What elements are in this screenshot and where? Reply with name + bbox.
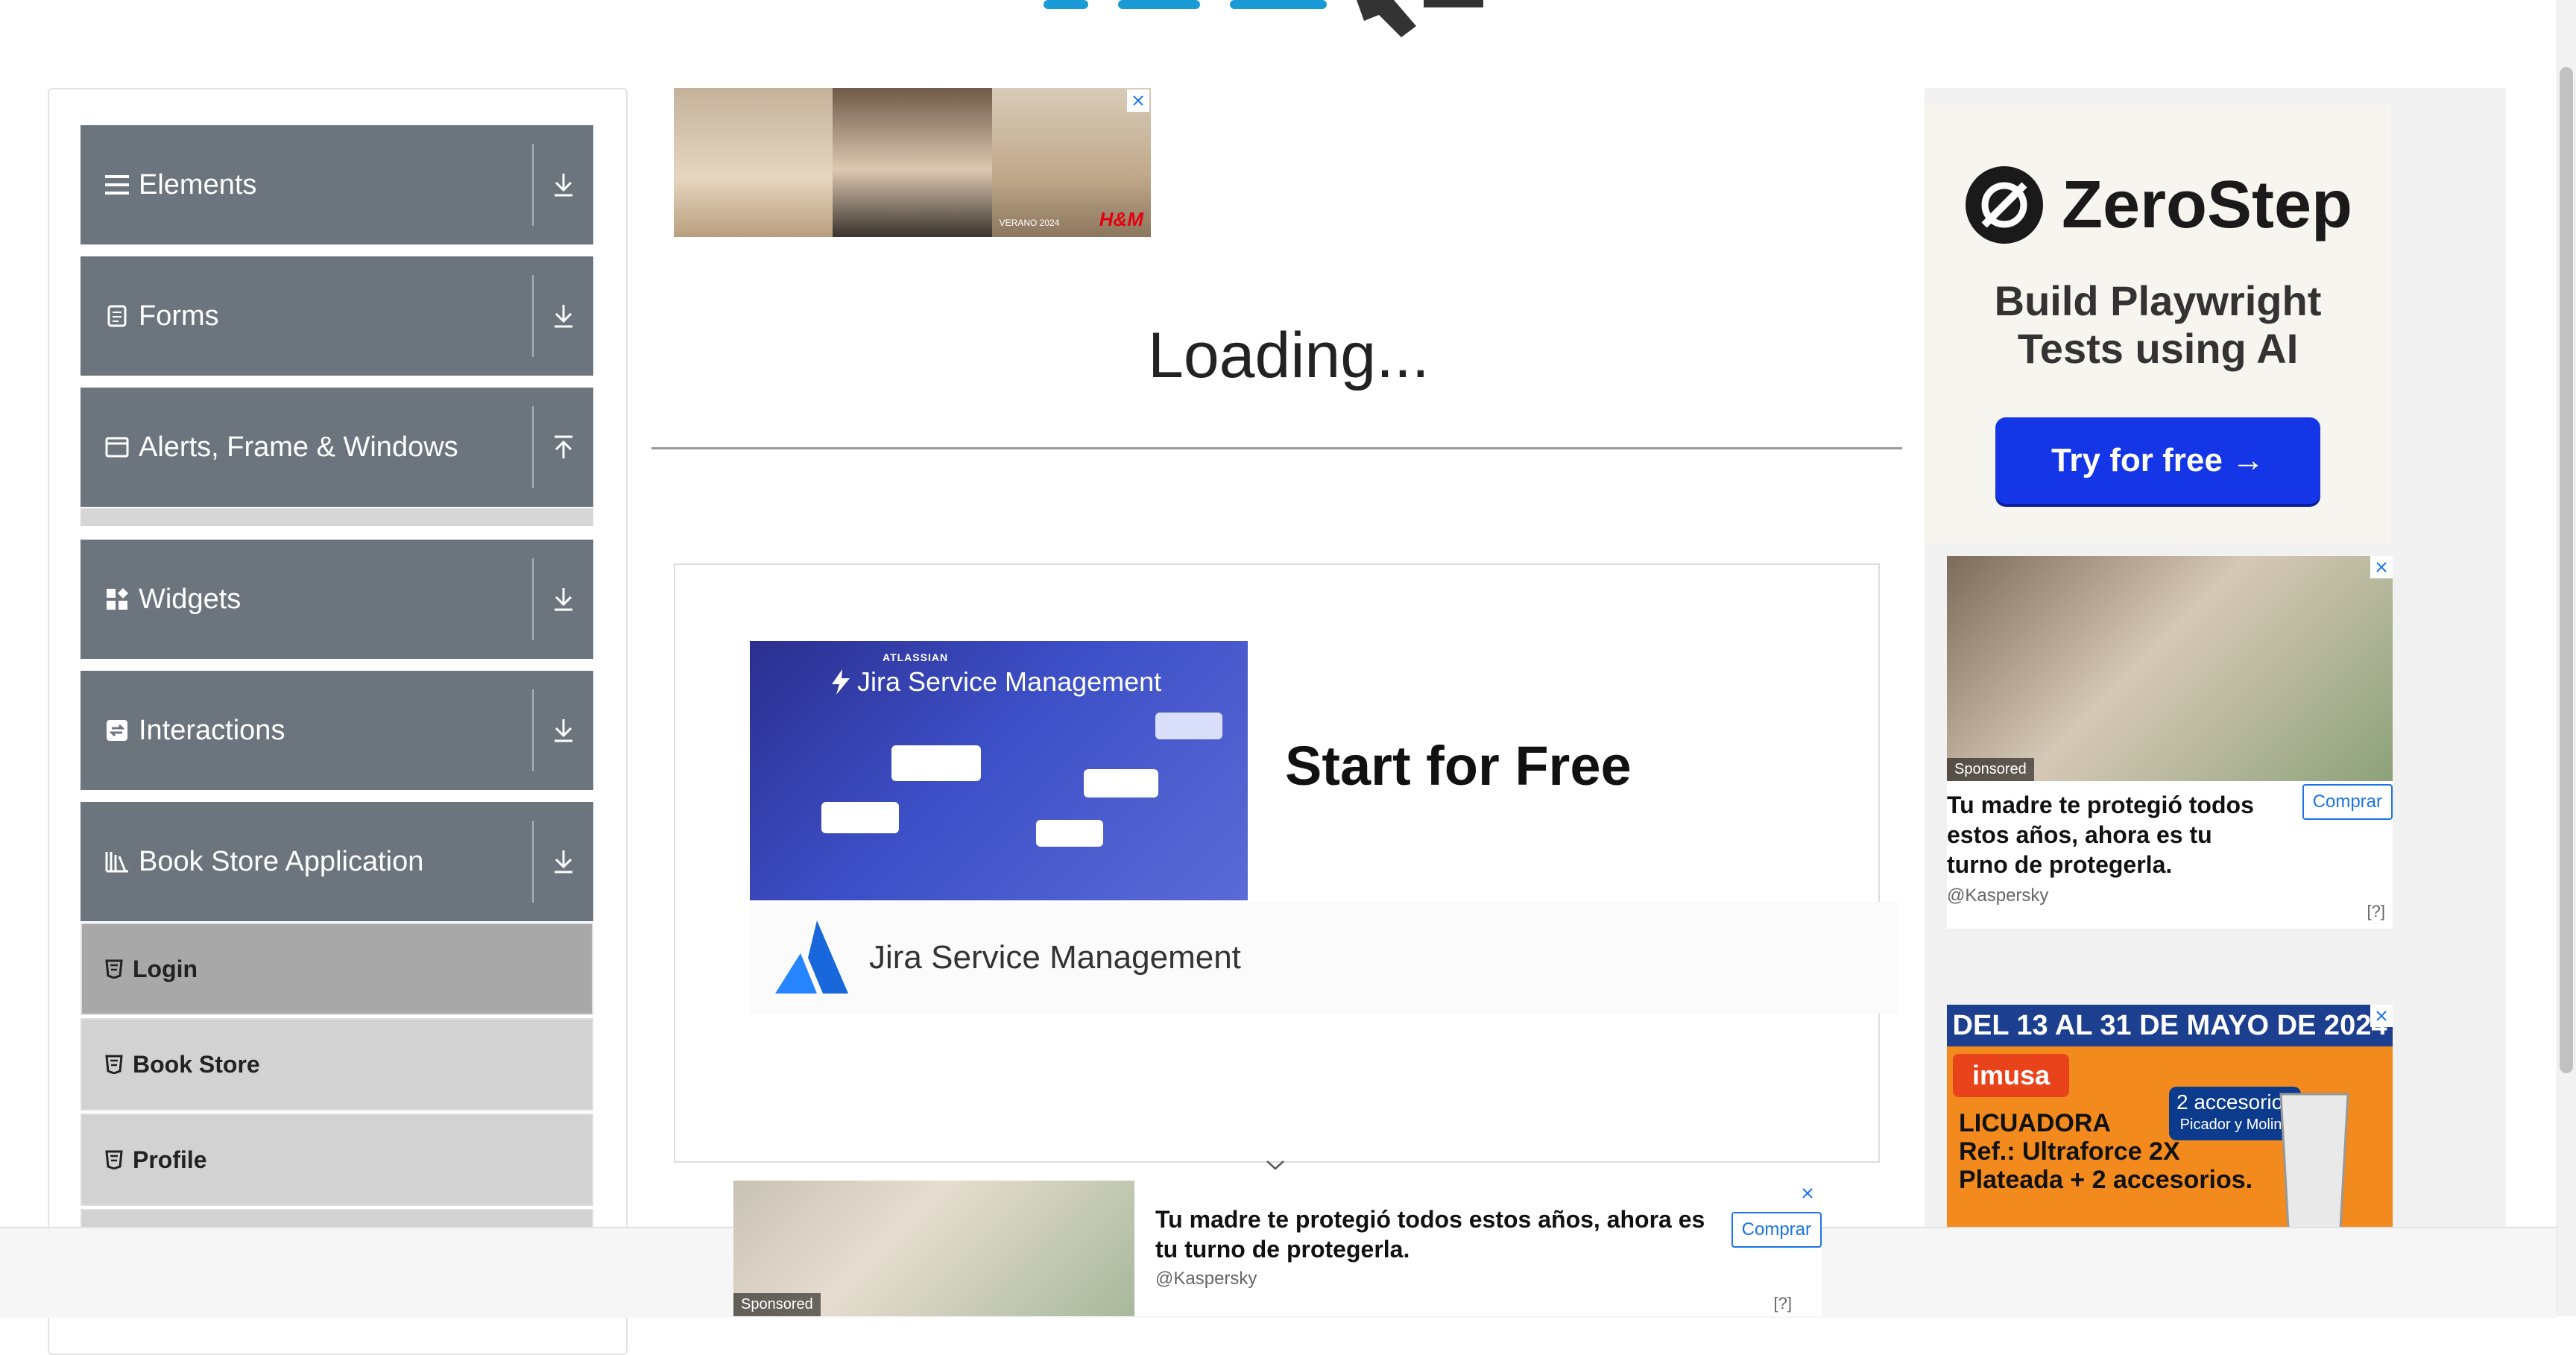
zerostep-ad[interactable]: ZeroStep Build Playwright Tests using AI… — [1925, 104, 2391, 544]
expand-arrow-icon[interactable] — [534, 718, 593, 743]
ad-close-icon[interactable] — [1126, 89, 1149, 112]
jira-cta-text[interactable]: Start for Free — [1285, 734, 1632, 797]
widgets-icon — [104, 587, 130, 612]
html5-icon — [105, 1150, 123, 1169]
ad-handle: @Kaspersky — [1155, 1269, 1257, 1289]
scrollbar-thumb[interactable] — [2560, 67, 2573, 1073]
books-icon — [104, 849, 130, 874]
jira-footer-name: Jira Service Management — [869, 939, 1241, 976]
zerostep-tagline: Tests using AI — [2017, 325, 2299, 372]
ad-photo — [833, 88, 992, 237]
collapse-arrow-icon[interactable] — [534, 435, 593, 460]
comprar-button[interactable]: Comprar — [2302, 784, 2393, 820]
html5-icon — [105, 1055, 123, 1074]
sidebar-item-profile[interactable]: Profile — [80, 1114, 593, 1206]
product-detail: Plateada + 2 accesorios. — [1959, 1166, 2253, 1194]
jira-ad-banner[interactable]: ATLASSIAN Jira Service Management — [750, 641, 1248, 900]
hm-logo: H&M — [1099, 208, 1143, 230]
fashion-ad-banner[interactable]: VERANO 2024 H&M — [674, 88, 1151, 237]
group-alerts-frame-windows[interactable]: Alerts, Frame & Windows — [80, 388, 593, 507]
ad-close-icon[interactable] — [2370, 556, 2393, 578]
left-panel: Elements Forms Alerts, Frame & Windows W… — [48, 88, 628, 1355]
sidebar-item-label: Book Store — [133, 1050, 260, 1078]
ad-photo: Sponsored — [1947, 556, 2393, 781]
document-icon — [104, 303, 130, 329]
imusa-ad-header: DEL 13 AL 31 DE MAYO DE 2024 — [1947, 1005, 2393, 1046]
ticket-card — [1155, 713, 1222, 739]
html5-icon — [105, 959, 123, 979]
jira-logo-icon — [775, 920, 848, 994]
group-widgets[interactable]: Widgets — [80, 540, 593, 659]
expand-arrow-icon[interactable] — [534, 587, 593, 612]
sidebar-item-label: Login — [133, 955, 198, 982]
ticket-card — [891, 745, 981, 781]
ad-photo: VERANO 2024 H&M — [991, 88, 1151, 237]
ad-photo — [674, 88, 833, 237]
group-interactions[interactable]: Interactions — [80, 671, 593, 790]
ticket-card — [1036, 820, 1103, 847]
menu-icon — [104, 172, 130, 198]
ad-title[interactable]: Tu madre te protegió todos estos años, a… — [1155, 1204, 1722, 1264]
sidebar-item-book-store[interactable]: Book Store — [80, 1018, 593, 1111]
ad-help-link[interactable]: [?] — [1774, 1294, 1792, 1313]
group-book-store-application[interactable]: Book Store Application — [80, 802, 593, 921]
site-logo[interactable] — [1044, 0, 1535, 41]
bottom-kaspersky-ad[interactable]: Sponsored Tu madre te protegió todos est… — [733, 1181, 1822, 1316]
ad-help-link[interactable]: [?] — [2367, 902, 2385, 921]
group-forms[interactable]: Forms — [80, 256, 593, 376]
ad-handle: @Kaspersky — [1947, 885, 2049, 906]
group-label: Forms — [139, 300, 219, 332]
ad-photo: Sponsored — [733, 1181, 1134, 1316]
lightning-icon — [832, 669, 850, 695]
expand-arrow-icon[interactable] — [534, 849, 593, 874]
ad-close-icon[interactable] — [2370, 1005, 2393, 1027]
jira-banner-title: Jira Service Management — [857, 666, 1162, 697]
imusa-logo: imusa — [1953, 1054, 2070, 1097]
try-for-free-button[interactable]: Try for free → — [1995, 417, 2320, 504]
comprar-button[interactable]: Comprar — [1731, 1212, 1822, 1248]
interactions-icon — [104, 718, 130, 743]
expand-arrow-icon[interactable] — [534, 172, 593, 198]
ticket-card — [1084, 769, 1158, 797]
sidebar-item-label: Profile — [133, 1146, 207, 1173]
group-label: Alerts, Frame & Windows — [139, 431, 458, 463]
window-icon — [104, 435, 130, 460]
collapsed-group-content — [80, 508, 593, 526]
group-elements[interactable]: Elements — [80, 125, 593, 244]
group-label: Book Store Application — [139, 845, 424, 877]
product-ref: Ref.: Ultraforce 2X — [1959, 1137, 2180, 1166]
sponsored-label: Sponsored — [733, 1293, 821, 1316]
atlassian-label: ATLASSIAN — [883, 651, 949, 663]
ticket-card — [821, 802, 899, 833]
zerostep-logo-icon — [1965, 166, 2043, 244]
chevron-down-icon[interactable] — [1264, 1154, 1287, 1176]
zerostep-tagline: Build Playwright — [1994, 277, 2322, 324]
sidebar-item-login[interactable]: Login — [80, 923, 593, 1015]
group-label: Elements — [139, 168, 257, 200]
expand-arrow-icon[interactable] — [534, 303, 593, 329]
group-label: Widgets — [139, 583, 242, 615]
zerostep-brand: ZeroStep — [2061, 167, 2353, 242]
kaspersky-ad[interactable]: Sponsored Tu madre te protegió todos est… — [1947, 556, 2393, 929]
ad-caption: VERANO 2024 — [999, 218, 1060, 228]
loading-text: Loading... — [1148, 320, 1430, 391]
group-label: Interactions — [139, 714, 285, 746]
divider-line — [651, 447, 1902, 449]
sponsored-label: Sponsored — [1947, 758, 2034, 781]
ad-title[interactable]: Tu madre te protegió todos estos años, a… — [1947, 790, 2275, 879]
ad-close-icon[interactable] — [1796, 1182, 1819, 1204]
jira-ad-footer[interactable]: Jira Service Management — [750, 902, 1898, 1014]
